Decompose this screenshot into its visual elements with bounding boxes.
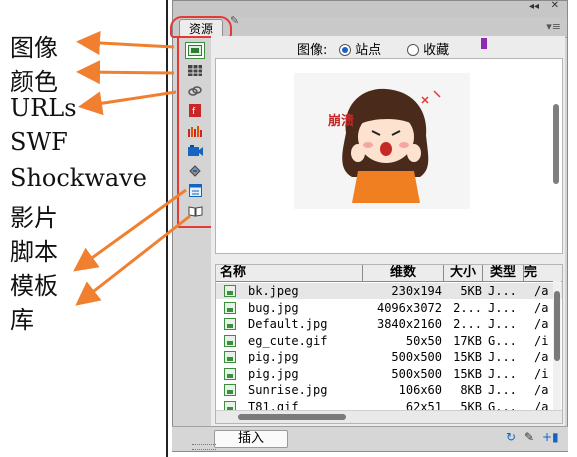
arrow-library: [75, 214, 191, 306]
annotation-arrows: [73, 30, 191, 306]
arrow-urls: [78, 90, 177, 116]
arrow-images: [76, 30, 175, 55]
arrow-templates: [73, 188, 187, 272]
arrow-colors: [76, 60, 175, 85]
